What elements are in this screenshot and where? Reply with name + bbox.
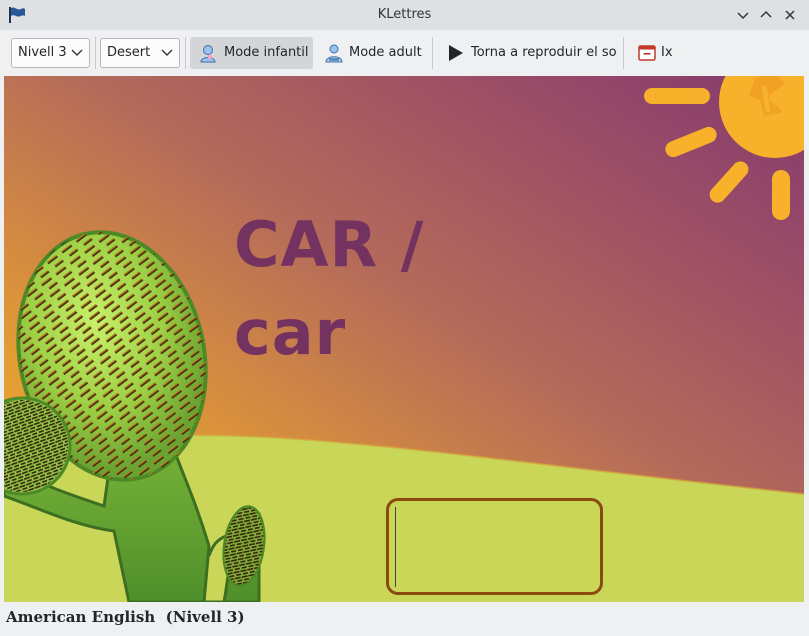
word-display-upper: CAR /	[234, 208, 425, 281]
text-caret	[395, 507, 396, 587]
quit-window-icon	[638, 45, 656, 61]
word-display-lower: car	[234, 296, 347, 369]
close-button[interactable]	[781, 6, 799, 24]
chevron-down-icon	[71, 49, 83, 56]
chevron-up-icon	[760, 10, 772, 18]
status-language: American English	[6, 608, 156, 626]
game-scene: CAR / car	[4, 76, 804, 602]
theme-combo-value: Desert	[107, 45, 151, 60]
window-title: KLettres	[377, 7, 432, 22]
theme-combo[interactable]: Desert	[100, 38, 180, 68]
toolbar-separator	[95, 37, 96, 69]
kid-mode-label: Mode infantil	[224, 45, 309, 60]
kid-mode-button[interactable]: Mode infantil	[190, 37, 313, 69]
title-bar: KLettres	[0, 0, 809, 30]
status-bar: American English (Nivell 3)	[0, 602, 809, 636]
close-icon	[785, 10, 795, 20]
level-combo-value: Nivell 3	[18, 45, 67, 60]
toolbar-separator	[623, 37, 624, 69]
chevron-down-icon	[161, 49, 173, 56]
replay-sound-label: Torna a reproduir el so	[471, 45, 617, 60]
adult-mode-icon	[325, 44, 343, 63]
chevron-down-icon	[737, 12, 749, 20]
level-combo[interactable]: Nivell 3	[11, 38, 90, 68]
minimize-button[interactable]	[734, 6, 752, 24]
maximize-button[interactable]	[757, 6, 775, 24]
status-language-level: American English (Nivell 3)	[6, 608, 245, 626]
main-toolbar: Nivell 3 Desert Mode infantil Mode adult…	[0, 30, 809, 76]
answer-input-box[interactable]	[386, 498, 603, 595]
kid-mode-icon	[200, 45, 216, 63]
toolbar-separator	[185, 37, 186, 69]
play-icon	[449, 45, 463, 61]
quit-label: Ix	[661, 45, 673, 60]
status-level: (Nivell 3)	[165, 608, 245, 626]
adult-mode-button[interactable]: Mode adult	[318, 37, 426, 69]
replay-sound-button[interactable]: Torna a reproduir el so	[438, 37, 617, 69]
quit-button[interactable]: Ix	[630, 37, 682, 69]
toolbar-separator	[432, 37, 433, 69]
adult-mode-label: Mode adult	[349, 45, 422, 60]
